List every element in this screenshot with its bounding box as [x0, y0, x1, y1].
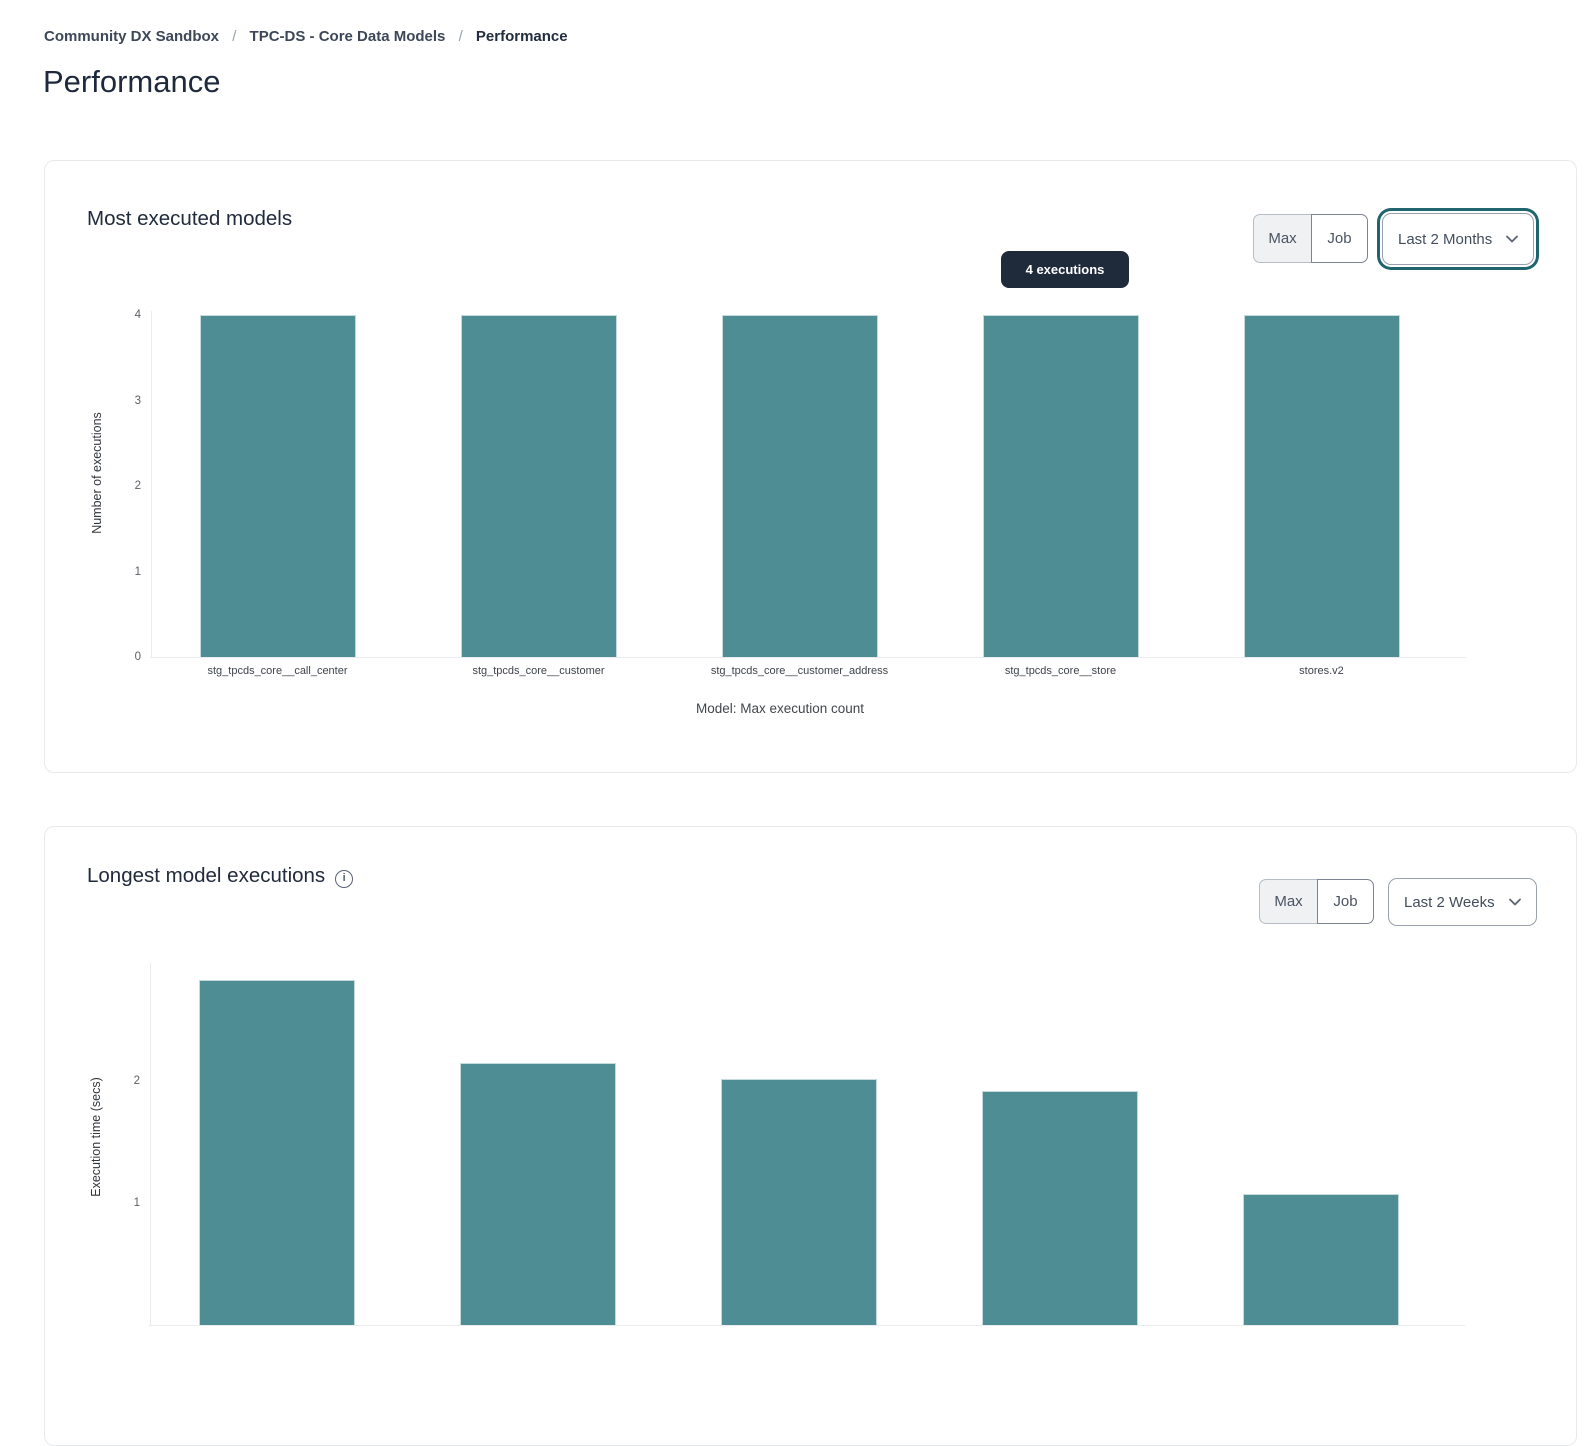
y-tick-label: 1 [102, 1196, 140, 1210]
bar[interactable] [460, 1063, 616, 1325]
x-category-label: stg_tpcds_core__store [931, 665, 1191, 677]
y-tick-label: 3 [103, 394, 141, 408]
bar[interactable] [982, 1091, 1138, 1325]
y-tick-label: 1 [103, 565, 141, 579]
bar-chart-most-executed: 01234stg_tpcds_core__call_centerstg_tpcd… [45, 161, 1576, 772]
bar[interactable] [983, 315, 1139, 657]
bar[interactable] [461, 315, 617, 657]
breadcrumb-separator: / [232, 28, 236, 45]
page-title: Performance [43, 64, 220, 100]
x-category-label: stg_tpcds_core__customer [409, 665, 669, 677]
breadcrumb-separator: / [459, 28, 463, 45]
x-axis-line [150, 657, 1466, 658]
bar[interactable] [721, 1079, 877, 1325]
bar-chart-longest-executions: 1 2Execution time (secs) [45, 827, 1576, 1445]
x-category-label: stg_tpcds_core__customer_address [670, 665, 930, 677]
y-tick-label: 2 [103, 479, 141, 493]
y-axis-title: Execution time (secs) [89, 1077, 103, 1196]
bar[interactable] [200, 315, 356, 657]
breadcrumb-item-environment[interactable]: TPC-DS - Core Data Models [250, 28, 446, 45]
y-axis-line [151, 311, 152, 657]
x-axis-line [149, 1325, 1465, 1326]
chart-tooltip: 4 executions [1001, 251, 1129, 288]
card-longest-model-executions: Longest model executionsi Max Job Last 2… [44, 826, 1577, 1446]
x-category-label: stg_tpcds_core__call_center [148, 665, 408, 677]
x-axis-title: Model: Max execution count [45, 701, 1515, 716]
breadcrumb: Community DX Sandbox / TPC-DS - Core Dat… [44, 28, 568, 45]
y-tick-label: 0 [103, 650, 141, 664]
y-tick-label: 2 [102, 1074, 140, 1088]
breadcrumb-item-current: Performance [476, 28, 568, 45]
bar[interactable] [722, 315, 878, 657]
y-tick-label: 4 [103, 308, 141, 322]
breadcrumb-item-project[interactable]: Community DX Sandbox [44, 28, 219, 45]
bar[interactable] [199, 980, 355, 1325]
y-axis-title: Number of executions [90, 412, 104, 534]
bar[interactable] [1243, 1194, 1399, 1325]
x-category-label: stores.v2 [1192, 665, 1452, 677]
y-axis-line [150, 963, 151, 1325]
bar[interactable] [1244, 315, 1400, 657]
card-most-executed-models: Most executed models Max Job Last 2 Mont… [44, 160, 1577, 773]
